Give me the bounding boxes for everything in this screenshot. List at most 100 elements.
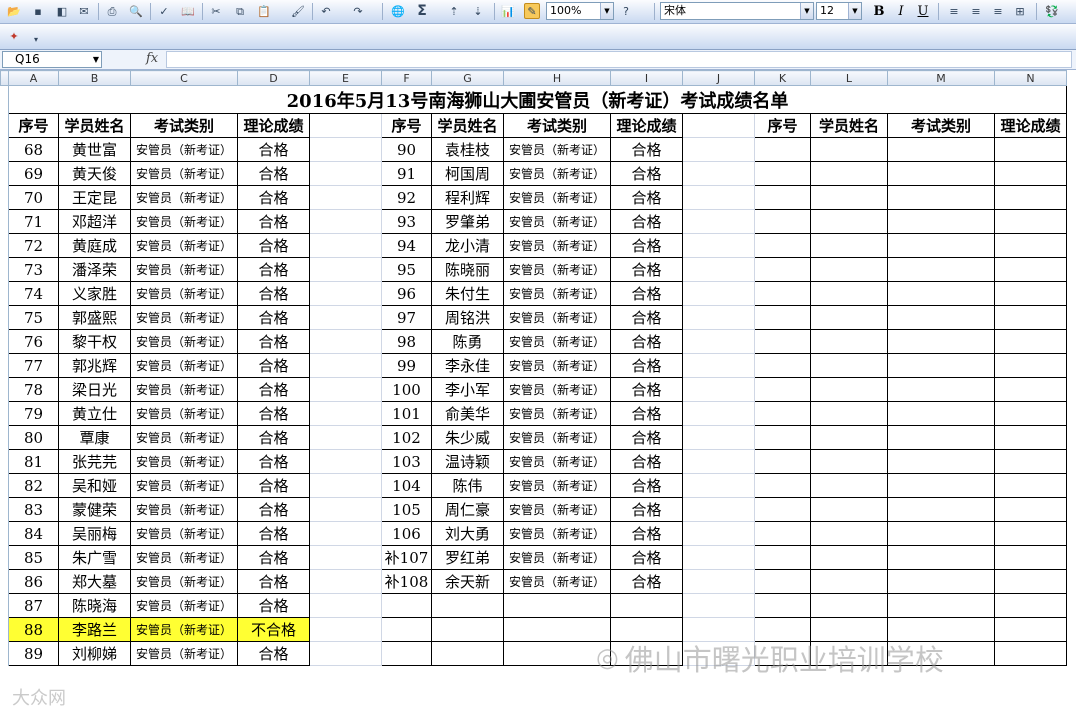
column-title[interactable]: 学员姓名: [431, 113, 504, 138]
row-header[interactable]: [0, 305, 9, 330]
empty-cell[interactable]: [887, 137, 995, 162]
row-header[interactable]: [0, 257, 9, 282]
empty-cell[interactable]: [887, 449, 995, 474]
align-center-icon[interactable]: ≡: [968, 3, 984, 19]
cell-serial-number[interactable]: 93: [381, 209, 432, 234]
row-header[interactable]: [0, 401, 9, 426]
cell-exam-type[interactable]: 安管员（新考证）: [130, 209, 238, 234]
cell-student-name[interactable]: 周铭洪: [431, 305, 504, 330]
cell-student-name[interactable]: 蒙健荣: [58, 497, 131, 522]
empty-cell[interactable]: [887, 257, 995, 282]
cell-exam-type[interactable]: 安管员（新考证）: [130, 137, 238, 162]
cell-theory-result[interactable]: 合格: [237, 257, 310, 282]
cell-serial-number[interactable]: 69: [8, 161, 59, 186]
column-title[interactable]: 理论成绩: [994, 113, 1067, 138]
cell-theory-result[interactable]: 合格: [610, 401, 683, 426]
cell-serial-number[interactable]: 106: [381, 521, 432, 546]
empty-cell[interactable]: [994, 161, 1067, 186]
cell-serial-number[interactable]: 82: [8, 473, 59, 498]
empty-cell[interactable]: [887, 401, 995, 426]
cell-serial-number[interactable]: 86: [8, 569, 59, 594]
empty-cell[interactable]: [810, 473, 888, 498]
hyperlink-icon[interactable]: 🌐: [390, 3, 406, 19]
empty-cell[interactable]: [682, 377, 755, 402]
row-header[interactable]: [0, 137, 9, 162]
cell-exam-type[interactable]: 安管员（新考证）: [503, 353, 611, 378]
empty-cell[interactable]: [503, 593, 611, 618]
empty-cell[interactable]: [309, 473, 382, 498]
cell-theory-result[interactable]: 合格: [610, 353, 683, 378]
column-header[interactable]: H: [503, 70, 611, 86]
empty-cell[interactable]: [309, 593, 382, 618]
empty-cell[interactable]: [503, 641, 611, 666]
empty-cell[interactable]: [754, 257, 811, 282]
cell-serial-number[interactable]: 70: [8, 185, 59, 210]
empty-cell[interactable]: [810, 305, 888, 330]
cell-exam-type[interactable]: 安管员（新考证）: [130, 185, 238, 210]
row-header[interactable]: [0, 377, 9, 402]
empty-cell[interactable]: [682, 137, 755, 162]
pdf-addin-icon[interactable]: ✦: [6, 28, 22, 44]
column-title[interactable]: 考试类别: [887, 113, 995, 138]
empty-cell[interactable]: [754, 401, 811, 426]
empty-cell[interactable]: [887, 473, 995, 498]
empty-cell[interactable]: [887, 209, 995, 234]
cell-student-name[interactable]: 吴丽梅: [58, 521, 131, 546]
row-header[interactable]: [0, 449, 9, 474]
cell-theory-result[interactable]: 合格: [237, 185, 310, 210]
empty-cell[interactable]: [754, 233, 811, 258]
cell-theory-result[interactable]: 合格: [237, 353, 310, 378]
column-title[interactable]: 序号: [8, 113, 59, 138]
cell-exam-type[interactable]: 安管员（新考证）: [130, 425, 238, 450]
cell-exam-type[interactable]: 安管员（新考证）: [503, 137, 611, 162]
cell-exam-type[interactable]: 安管员（新考证）: [503, 233, 611, 258]
empty-cell[interactable]: [682, 113, 755, 138]
cell-exam-type[interactable]: 安管员（新考证）: [130, 401, 238, 426]
cell-theory-result[interactable]: 合格: [610, 449, 683, 474]
cell-student-name[interactable]: 周仁豪: [431, 497, 504, 522]
empty-cell[interactable]: [682, 209, 755, 234]
empty-cell[interactable]: [994, 593, 1067, 618]
empty-cell[interactable]: [754, 425, 811, 450]
empty-cell[interactable]: [887, 569, 995, 594]
empty-cell[interactable]: [754, 473, 811, 498]
cell-theory-result[interactable]: 合格: [237, 521, 310, 546]
cell-theory-result[interactable]: 合格: [237, 137, 310, 162]
italic-button[interactable]: I: [892, 3, 910, 20]
empty-cell[interactable]: [682, 617, 755, 642]
formula-input[interactable]: [166, 51, 1072, 68]
empty-cell[interactable]: [994, 209, 1067, 234]
cell-student-name[interactable]: 潘泽荣: [58, 257, 131, 282]
format-painter-icon[interactable]: 🖌: [290, 3, 306, 19]
column-title[interactable]: 序号: [381, 113, 432, 138]
cell-exam-type[interactable]: 安管员（新考证）: [130, 305, 238, 330]
empty-cell[interactable]: [810, 641, 888, 666]
column-header[interactable]: N: [994, 70, 1067, 86]
empty-cell[interactable]: [431, 617, 504, 642]
cell-serial-number[interactable]: 81: [8, 449, 59, 474]
cell-theory-result[interactable]: 合格: [237, 161, 310, 186]
empty-cell[interactable]: [754, 449, 811, 474]
chevron-down-icon[interactable]: ▼: [800, 3, 813, 19]
empty-cell[interactable]: [810, 449, 888, 474]
row-header[interactable]: [0, 209, 9, 234]
cell-theory-result[interactable]: 合格: [610, 305, 683, 330]
empty-cell[interactable]: [994, 329, 1067, 354]
cell-student-name[interactable]: 朱广雪: [58, 545, 131, 570]
empty-cell[interactable]: [309, 233, 382, 258]
column-header[interactable]: D: [237, 70, 310, 86]
empty-cell[interactable]: [309, 569, 382, 594]
cell-student-name[interactable]: 朱付生: [431, 281, 504, 306]
column-title[interactable]: 序号: [754, 113, 811, 138]
row-header[interactable]: [0, 233, 9, 258]
empty-cell[interactable]: [810, 137, 888, 162]
empty-cell[interactable]: [682, 569, 755, 594]
cell-serial-number[interactable]: 73: [8, 257, 59, 282]
cell-serial-number[interactable]: 83: [8, 497, 59, 522]
empty-cell[interactable]: [682, 353, 755, 378]
column-header[interactable]: I: [610, 70, 683, 86]
empty-cell[interactable]: [810, 233, 888, 258]
align-left-icon[interactable]: ≡: [946, 3, 962, 19]
bold-button[interactable]: B: [870, 3, 888, 20]
empty-cell[interactable]: [754, 209, 811, 234]
